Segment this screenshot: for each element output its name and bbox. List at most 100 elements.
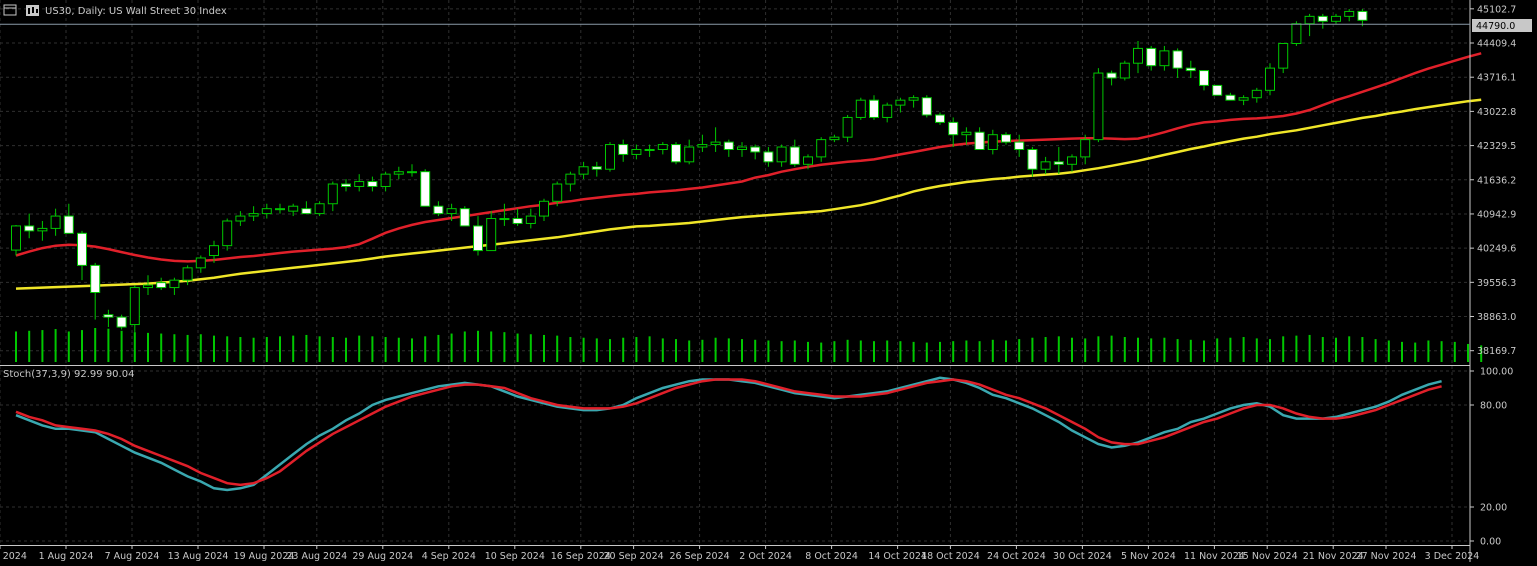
price-tick-label: 40249.6 (1477, 244, 1516, 255)
volume-bar (226, 336, 229, 362)
time-tick-label: 29 Aug 2024 (352, 551, 413, 562)
price-tick-label: 45102.7 (1477, 4, 1516, 15)
volume-bar (292, 335, 295, 362)
volume-bar (1295, 335, 1298, 362)
candle-bull (697, 144, 708, 148)
candle-bear (156, 282, 167, 289)
candle-bear (1199, 70, 1209, 86)
volume-bar (160, 333, 163, 362)
volume-bar (1282, 336, 1285, 362)
volume-bar (899, 341, 902, 362)
volume-bar (582, 337, 585, 362)
volume-bar (318, 336, 321, 362)
candle-bull (50, 215, 61, 229)
candle-bull (829, 136, 840, 141)
volume-bar (358, 335, 361, 362)
volume-bar (648, 336, 651, 362)
candle-bull (1278, 42, 1289, 69)
volume-bar (1018, 339, 1021, 362)
candle-bull (169, 279, 180, 289)
candle-bull (776, 146, 787, 163)
chart-window: 45102.7 44409.4 43716.1 43022.8 42329.5 41636… (0, 0, 1537, 562)
candle-bull (1291, 23, 1302, 44)
candle-bull (327, 183, 338, 205)
volume-bar (661, 338, 664, 362)
volume-bar (925, 342, 928, 362)
candle-bull (1344, 10, 1355, 17)
volume-bar (213, 335, 215, 362)
volume-bar (331, 337, 334, 362)
candle-bear (750, 146, 761, 153)
candle-bull (393, 171, 404, 175)
volume-bar (397, 337, 400, 362)
candle-bull (446, 208, 457, 215)
time-tick-label: 26 Jul 2024 (0, 551, 27, 562)
volume-bar (186, 334, 189, 362)
volume-bar (609, 339, 611, 362)
volume-bar (265, 337, 268, 362)
candle-bear (367, 181, 378, 187)
volume-bar (1387, 340, 1390, 362)
candle-bear (433, 205, 444, 215)
volume-bar (252, 337, 255, 362)
volume-bar (622, 337, 625, 362)
volume-bar (1321, 337, 1324, 362)
candle-bull (37, 227, 48, 232)
candle-bear (1172, 50, 1183, 69)
candle-bull (565, 173, 576, 185)
candle-bull (1304, 15, 1315, 25)
candle-bear (1357, 10, 1368, 21)
volume-bar (1031, 337, 1034, 362)
candle-bull (1251, 89, 1262, 99)
time-tick-label: 1 Aug 2024 (39, 551, 94, 562)
candle-bear (459, 208, 470, 227)
time-tick-label: 4 Sep 2024 (422, 551, 476, 562)
volume-bar (54, 329, 57, 362)
candle-bull (803, 156, 813, 165)
volume-bar (543, 334, 545, 362)
chart-background (0, 0, 1537, 562)
volume-bar (635, 337, 638, 362)
volume-bar (437, 334, 440, 362)
volume-bar (94, 328, 97, 362)
volume-bar (1071, 337, 1073, 362)
volume-bar (1361, 337, 1364, 362)
candle-bear (869, 99, 879, 118)
candle-bull (525, 215, 536, 224)
price-tick-label: 38863.0 (1477, 312, 1516, 323)
candle-bull (314, 203, 325, 215)
time-tick-label: 5 Nov 2024 (1121, 551, 1176, 562)
volume-bar (67, 331, 70, 362)
candle-bull (644, 148, 655, 151)
volume-bar (675, 339, 677, 362)
volume-bar (912, 341, 915, 362)
volume-bar (1110, 335, 1113, 362)
candle-bear (301, 208, 312, 215)
volume-bar (978, 341, 981, 362)
candle-bear (1053, 161, 1064, 165)
volume-bar (780, 341, 783, 362)
volume-bar (991, 339, 994, 362)
volume-bar (147, 332, 149, 362)
volume-bar (463, 331, 466, 362)
candle-bull (195, 257, 206, 269)
time-tick-label: 7 Aug 2024 (105, 551, 160, 562)
volume-bar (477, 330, 479, 362)
candlestick-chart-icon (26, 5, 39, 16)
candle-bull (486, 218, 497, 252)
candle-bull (129, 287, 140, 326)
candle-bear (1014, 141, 1025, 150)
volume-bar (199, 334, 202, 362)
volume-bar (873, 341, 875, 362)
time-tick-label: 24 Oct 2024 (987, 551, 1046, 562)
volume-bar (384, 337, 387, 362)
volume-bar (1440, 341, 1443, 362)
volume-bar (1269, 339, 1271, 362)
candle-bull (605, 144, 615, 170)
volume-bar (1242, 337, 1245, 362)
candle-bull (182, 267, 193, 281)
volume-bar (767, 340, 770, 362)
candle-bear (1001, 134, 1011, 143)
chart-canvas[interactable]: 45102.7 44409.4 43716.1 43022.8 42329.5 41636… (0, 0, 1537, 562)
volume-bar (28, 330, 31, 362)
